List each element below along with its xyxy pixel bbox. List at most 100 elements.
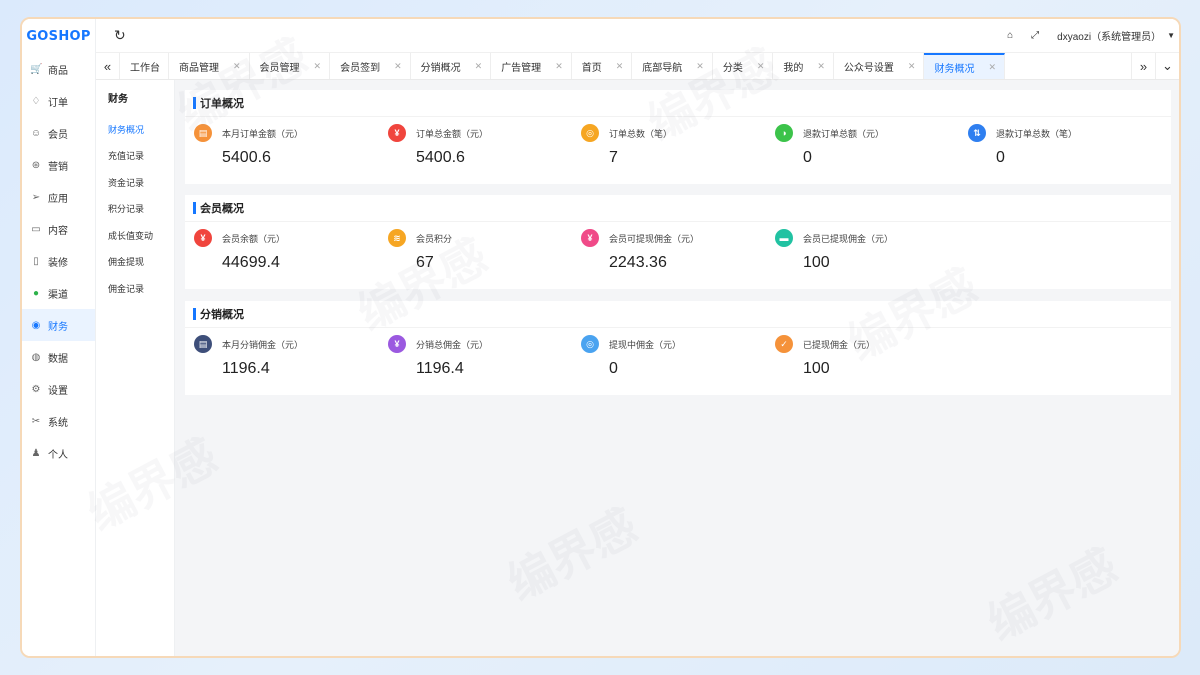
submenu-item[interactable]: 成长值变动: [96, 222, 174, 249]
sidebar-item-0[interactable]: 🛒 商品: [22, 53, 95, 85]
stat-icon: ◎: [581, 335, 599, 353]
tab-1[interactable]: 商品管理 ✕: [169, 53, 250, 79]
stat-icon: ✓: [775, 335, 793, 353]
tab-11[interactable]: 财务概况 ✕: [924, 53, 1006, 79]
phone-icon: ▯: [33, 255, 39, 267]
sidebar-item-label: 应用: [48, 193, 68, 205]
sidebar-item-label: 会员: [48, 129, 68, 141]
user-icon: ☺: [30, 127, 42, 139]
close-icon[interactable]: ✕: [233, 61, 241, 72]
tabs-scroll-left-icon[interactable]: «: [96, 53, 120, 79]
submenu-item[interactable]: 资金记录: [96, 169, 174, 196]
sidebar-item-label: 系统: [48, 417, 68, 429]
close-icon[interactable]: ✕: [394, 61, 402, 72]
close-icon[interactable]: ✕: [908, 61, 916, 72]
sidebar-item-1[interactable]: ♢ 订单: [22, 85, 95, 117]
stat-label: 订单总金额（元）: [416, 128, 489, 139]
sidebar-item-2[interactable]: ☺ 会员: [22, 117, 95, 149]
stat-icon: ⇅: [968, 124, 986, 142]
primary-nav: 🛒 商品 ♢ 订单 ☺ 会员 ⊛ 营销 ➢ 应用 ▭ 内容 ▯ 装修 ● 渠道 ◉ 财务 ◍ 数据 ⚙ 设置 ✂ 系统 ♟ 个人: [22, 53, 95, 469]
tab-bar: « 工作台 商品管理 ✕ 会员管理 ✕ 会员签到 ✕ 分销概况 ✕ 广告管理 ✕ 首页 ✕ 底部导航 ✕ 分类…: [96, 53, 1179, 80]
sidebar-item-7[interactable]: ● 渠道: [22, 277, 95, 309]
wechat-icon: ●: [32, 287, 40, 299]
submenu-item[interactable]: 佣金提现: [96, 249, 174, 276]
tabs-scroll-right-icon[interactable]: »: [1131, 53, 1155, 79]
stat-value: 1196.4: [222, 360, 270, 377]
sidebar-item-label: 内容: [48, 225, 68, 237]
person-icon: ♟: [31, 447, 41, 459]
tab-8[interactable]: 分类 ✕: [713, 53, 774, 79]
stat-value: 0: [996, 149, 1005, 166]
sidebar-item-label: 订单: [48, 97, 68, 109]
tabs-dropdown-icon[interactable]: ⌄: [1155, 53, 1179, 79]
stat-label: 会员已提现佣金（元）: [803, 233, 894, 244]
stat-icon: ◎: [581, 124, 599, 142]
fullscreen-icon[interactable]: ⤢: [1031, 30, 1039, 41]
stat-icon: ◑: [775, 124, 793, 142]
stat-item: ▬ 会员已提现佣金（元） 100: [775, 229, 893, 272]
close-icon[interactable]: ✕: [696, 61, 704, 72]
stat-value: 1196.4: [416, 360, 464, 377]
stat-label: 退款订单总额（元）: [803, 128, 885, 139]
globe-icon: ◍: [31, 351, 41, 363]
stat-item: ◎ 提现中佣金（元） 0: [581, 335, 681, 378]
sidebar-item-3[interactable]: ⊛ 营销: [22, 149, 95, 181]
tab-7[interactable]: 底部导航 ✕: [632, 53, 713, 79]
tab-label: 商品管理: [179, 62, 219, 74]
close-icon[interactable]: ✕: [555, 61, 563, 72]
stat-icon: ¥: [388, 335, 406, 353]
stat-item: ▤ 本月订单金额（元） 5400.6: [194, 124, 303, 167]
tab-10[interactable]: 公众号设置 ✕: [834, 53, 925, 79]
sidebar-item-5[interactable]: ▭ 内容: [22, 213, 95, 245]
stat-icon: ¥: [581, 229, 599, 247]
sidebar-item-9[interactable]: ◍ 数据: [22, 341, 95, 373]
stat-item: ¥ 会员可提现佣金（元） 2243.36: [581, 229, 699, 272]
stat-icon: ▤: [194, 335, 212, 353]
tab-2[interactable]: 会员管理 ✕: [250, 53, 331, 79]
main-content: 订单概况 ▤ 本月订单金额（元） 5400.6 ¥ 订单总金额（元） 5400.…: [175, 80, 1179, 656]
logo: GOSHOP: [26, 28, 91, 44]
stat-item: ¥ 会员余额（元） 44699.4: [194, 229, 285, 272]
close-icon[interactable]: ✕: [475, 61, 483, 72]
sidebar-item-6[interactable]: ▯ 装修: [22, 245, 95, 277]
tag-icon[interactable]: ⌂: [1007, 30, 1013, 41]
chevron-down-icon[interactable]: ▼: [1167, 31, 1175, 40]
close-icon[interactable]: ✕: [817, 61, 825, 72]
overview-card: 会员概况 ¥ 会员余额（元） 44699.4 ≋ 会员积分 67 ¥ 会员可提现…: [185, 195, 1171, 289]
tab-5[interactable]: 广告管理 ✕: [491, 53, 572, 79]
close-icon[interactable]: ✕: [757, 61, 765, 72]
stat-value: 0: [609, 360, 618, 377]
submenu-item[interactable]: 财务概况: [96, 116, 174, 143]
close-icon[interactable]: ✕: [988, 62, 996, 73]
tab-label: 会员签到: [340, 62, 381, 74]
tab-list: 工作台 商品管理 ✕ 会员管理 ✕ 会员签到 ✕ 分销概况 ✕ 广告管理 ✕ 首页 ✕ 底部导航 ✕ 分类 ✕ 我…: [120, 53, 1131, 79]
close-icon[interactable]: ✕: [314, 61, 322, 72]
sidebar-item-12[interactable]: ♟ 个人: [22, 437, 95, 469]
book-icon: ▭: [31, 223, 41, 235]
tab-3[interactable]: 会员签到 ✕: [330, 53, 411, 79]
sidebar-item-8[interactable]: ◉ 财务: [22, 309, 95, 341]
submenu-item[interactable]: 佣金记录: [96, 275, 174, 302]
stat-value: 0: [803, 149, 812, 166]
tab-4[interactable]: 分销概况 ✕: [411, 53, 492, 79]
sidebar-item-11[interactable]: ✂ 系统: [22, 405, 95, 437]
stat-value: 2243.36: [609, 254, 667, 271]
stat-item: ¥ 订单总金额（元） 5400.6: [388, 124, 488, 167]
tab-6[interactable]: 首页 ✕: [572, 53, 633, 79]
tab-9[interactable]: 我的 ✕: [773, 53, 834, 79]
tab-0[interactable]: 工作台: [120, 53, 169, 79]
submenu-item[interactable]: 积分记录: [96, 196, 174, 223]
sidebar-item-4[interactable]: ➢ 应用: [22, 181, 95, 213]
sidebar-item-10[interactable]: ⚙ 设置: [22, 373, 95, 405]
submenu-item[interactable]: 充值记录: [96, 143, 174, 170]
tab-label: 分销概况: [420, 62, 461, 74]
stat-value: 5400.6: [416, 149, 465, 166]
sidebar-item-label: 商品: [48, 65, 68, 77]
user-menu[interactable]: dxyaozi（系统管理员）: [1057, 28, 1161, 43]
close-icon[interactable]: ✕: [616, 61, 624, 72]
refresh-icon[interactable]: ↻: [114, 27, 126, 44]
stat-label: 订单总数（笔）: [609, 128, 673, 139]
tab-label: 财务概况: [934, 63, 975, 75]
stat-item: ◎ 订单总数（笔） 7: [581, 124, 672, 167]
gear-icon: ⚙: [31, 383, 41, 395]
